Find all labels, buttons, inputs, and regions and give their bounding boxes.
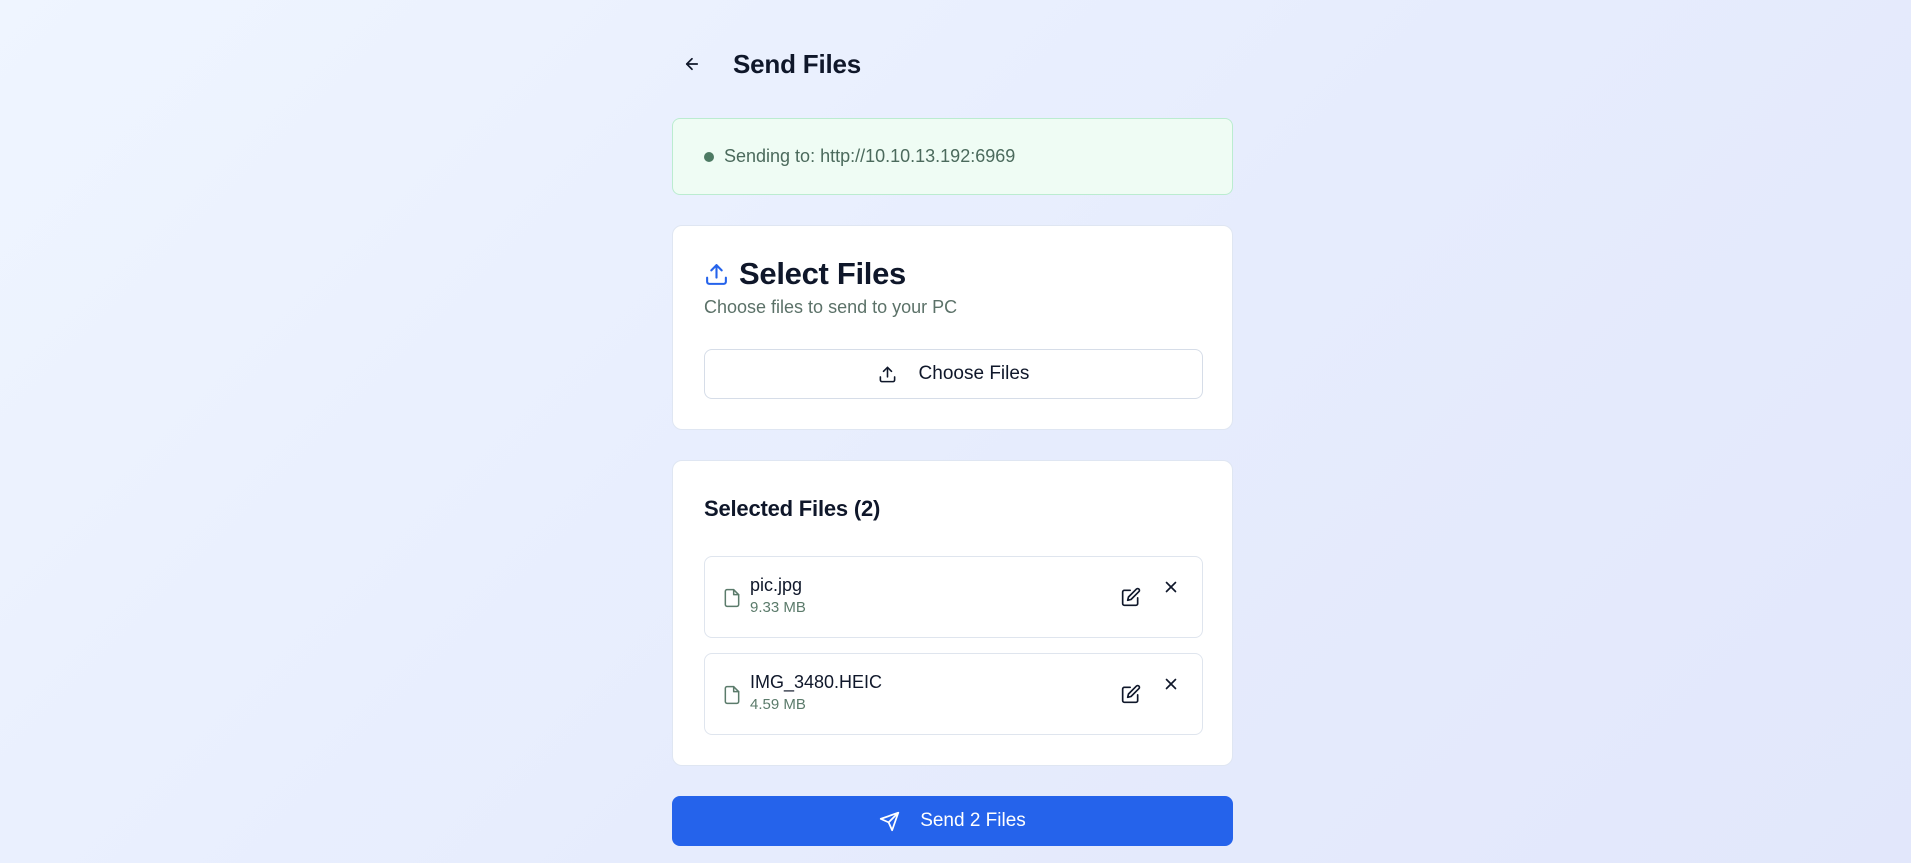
file-name: pic.jpg <box>750 575 803 595</box>
edit-icon <box>1121 684 1141 704</box>
file-name: IMG_3480.HEIC <box>750 672 883 692</box>
choose-files-label: Choose Files <box>918 363 1030 384</box>
selected-files-title: Selected Files (2) <box>704 496 881 521</box>
arrow-left-icon <box>685 57 699 71</box>
status-dot-icon <box>704 151 714 162</box>
select-files-heading: Select Files <box>704 256 906 292</box>
remove-file-button[interactable] <box>1160 576 1182 598</box>
file-icon <box>724 685 740 705</box>
remove-file-button[interactable] <box>1160 673 1182 695</box>
rename-file-button[interactable] <box>1119 682 1143 706</box>
send-icon <box>880 811 900 831</box>
back-button[interactable] <box>672 44 712 84</box>
upload-icon <box>879 366 895 382</box>
send-files-page: Send Files Sending to: http://10.10.13.1… <box>0 0 1911 863</box>
file-size: 4.59 MB <box>750 696 806 713</box>
file-list-item: pic.jpg 9.33 MB <box>704 556 1203 638</box>
file-list-item: IMG_3480.HEIC 4.59 MB <box>704 653 1203 735</box>
close-icon <box>1165 678 1177 690</box>
connection-status-text: Sending to: http://10.10.13.192:6969 <box>724 145 1016 166</box>
close-icon <box>1165 581 1177 593</box>
send-files-label: Send 2 Files <box>920 810 1026 831</box>
rename-file-button[interactable] <box>1119 585 1143 609</box>
selected-files-card: Selected Files (2) pic.jpg 9.33 MB IMG_3… <box>672 460 1233 766</box>
edit-icon <box>1121 587 1141 607</box>
choose-files-button[interactable]: Choose Files <box>704 349 1203 399</box>
upload-icon <box>706 263 727 285</box>
select-files-title: Select Files <box>739 256 906 291</box>
file-icon <box>724 588 740 608</box>
file-size: 9.33 MB <box>750 599 806 616</box>
send-files-button[interactable]: Send 2 Files <box>672 796 1233 846</box>
select-files-card: Select Files Choose files to send to you… <box>672 225 1233 430</box>
page-title: Send Files <box>733 48 862 79</box>
select-files-description: Choose files to send to your PC <box>704 297 958 317</box>
page-header: Send Files <box>672 44 1232 84</box>
connection-status-banner: Sending to: http://10.10.13.192:6969 <box>672 118 1233 195</box>
